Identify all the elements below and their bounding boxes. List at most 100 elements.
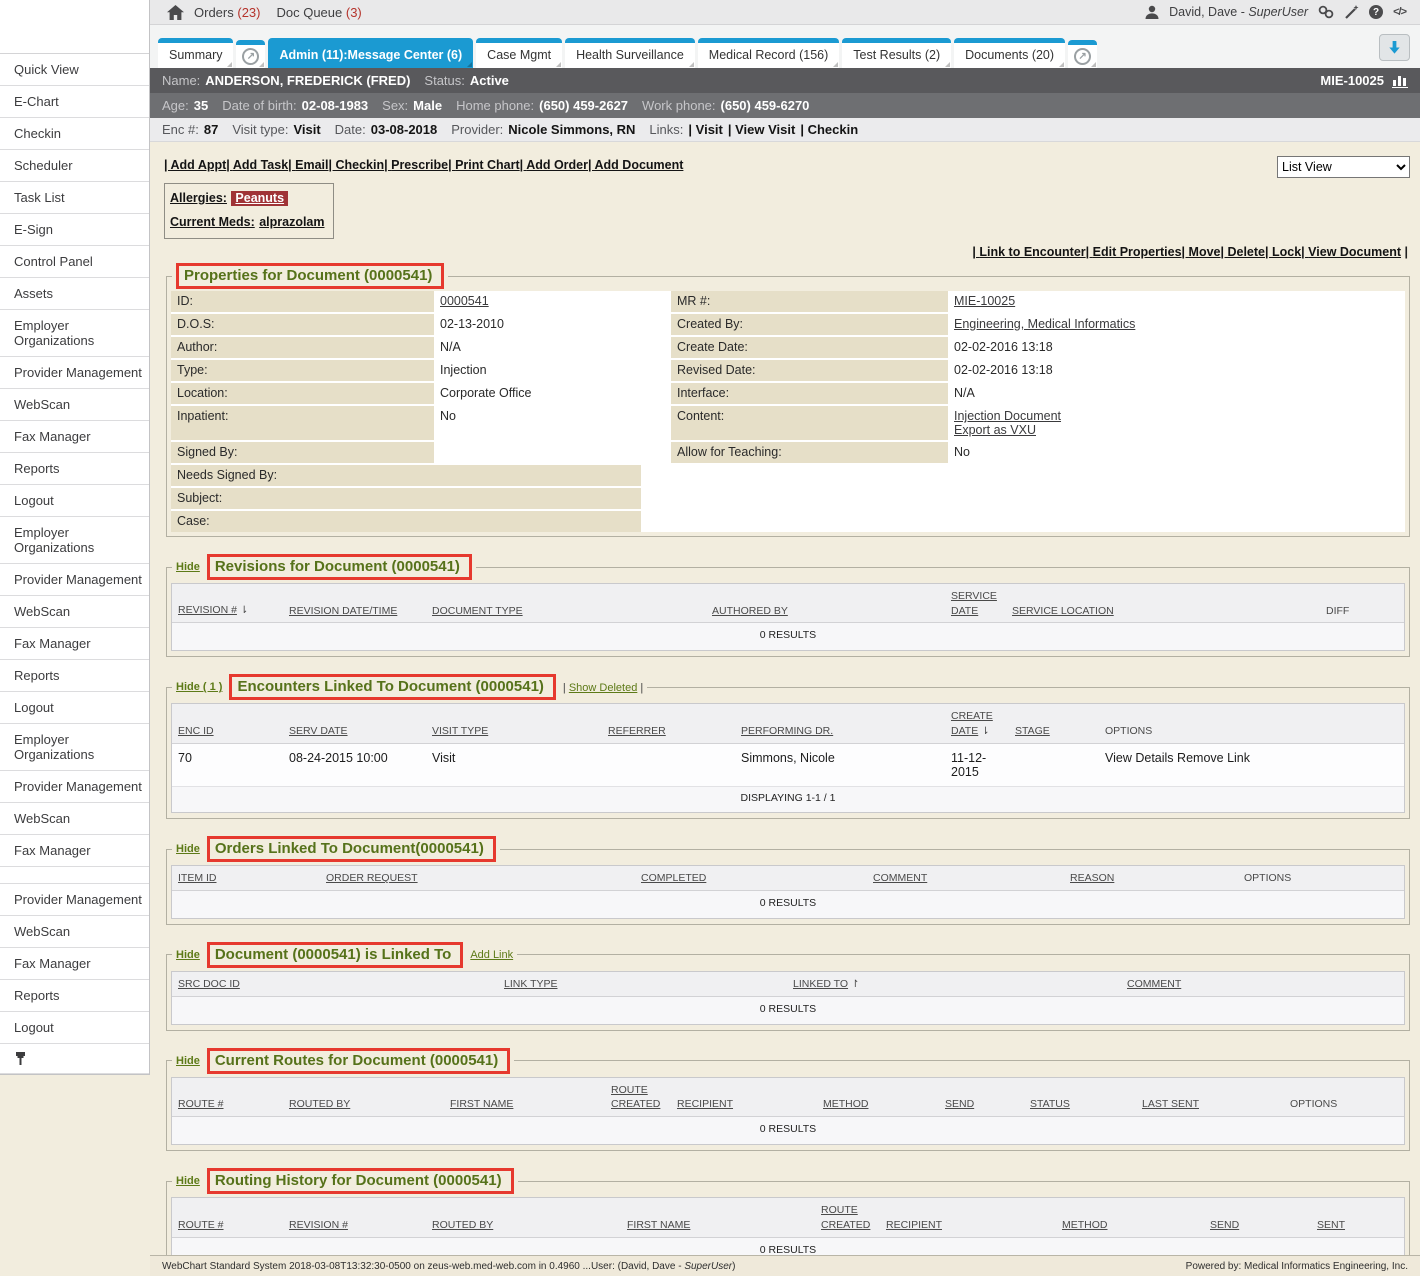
code-icon[interactable]: </> xyxy=(1393,6,1406,18)
view-details-link[interactable]: View Details xyxy=(1105,751,1174,765)
mrn-link[interactable]: MIE-10025 xyxy=(954,294,1015,308)
summary-popout-button[interactable]: ↗ xyxy=(236,40,265,68)
col-route-number[interactable]: ROUTE # xyxy=(178,1097,289,1112)
sidebar-item[interactable]: Logout xyxy=(0,1012,149,1044)
col-recipient[interactable]: RECIPIENT xyxy=(677,1097,823,1112)
col-send[interactable]: SEND xyxy=(1210,1218,1317,1233)
col-method[interactable]: METHOD xyxy=(1062,1218,1210,1233)
col-create-date[interactable]: CREATE DATE⇂ xyxy=(951,709,1015,739)
hide-history-link[interactable]: Hide xyxy=(176,1175,200,1187)
action-link[interactable]: Add Appt xyxy=(164,158,226,172)
col-method[interactable]: METHOD xyxy=(823,1097,945,1112)
sidebar-item[interactable]: E-Chart xyxy=(0,86,149,118)
document-action-link[interactable]: Edit Properties xyxy=(1086,245,1182,259)
document-action-link[interactable]: Move xyxy=(1182,245,1221,259)
tab-test-results[interactable]: Test Results (2) xyxy=(842,38,951,68)
tab-summary[interactable]: Summary xyxy=(158,38,233,68)
show-deleted-link[interactable]: Show Deleted xyxy=(569,682,638,694)
tab-documents[interactable]: Documents (20) xyxy=(954,38,1065,68)
link-checkin[interactable]: Checkin xyxy=(800,122,858,137)
sidebar-pin-button[interactable] xyxy=(0,1044,149,1074)
orders-link[interactable]: Orders (23) xyxy=(194,5,260,20)
doc-queue-link[interactable]: Doc Queue (3) xyxy=(276,5,361,20)
col-service-location[interactable]: SERVICE LOCATION xyxy=(1012,604,1326,619)
link-icon[interactable] xyxy=(1318,5,1334,19)
col-order-request[interactable]: ORDER REQUEST xyxy=(326,871,641,886)
sidebar-item[interactable]: WebScan xyxy=(0,596,149,628)
col-recipient[interactable]: RECIPIENT xyxy=(886,1218,1062,1233)
col-service-date[interactable]: SERVICE DATE xyxy=(951,589,1012,618)
hide-orders-link[interactable]: Hide xyxy=(176,843,200,855)
col-route-number[interactable]: ROUTE # xyxy=(178,1218,289,1233)
action-link[interactable]: Add Document xyxy=(588,158,683,172)
col-src-doc-id[interactable]: SRC DOC ID xyxy=(178,977,504,992)
col-item-id[interactable]: ITEM ID xyxy=(178,871,326,886)
col-stage[interactable]: STAGE xyxy=(1015,724,1105,739)
col-referrer[interactable]: REFERRER xyxy=(608,724,741,739)
sidebar-item[interactable]: Fax Manager xyxy=(0,421,149,453)
remove-link-link[interactable]: Remove Link xyxy=(1177,751,1250,765)
tab-case-mgmt[interactable]: Case Mgmt xyxy=(476,38,562,68)
documents-popout-button[interactable]: ↗ xyxy=(1068,40,1097,68)
document-action-link[interactable]: Link to Encounter xyxy=(972,245,1085,259)
sidebar-item[interactable]: Provider Management xyxy=(0,771,149,803)
sidebar-item[interactable]: Employer Organizations xyxy=(0,724,149,771)
view-select[interactable]: List View xyxy=(1277,156,1410,178)
add-link-link[interactable]: Add Link xyxy=(470,949,513,961)
col-routed-by[interactable]: ROUTED BY xyxy=(432,1218,627,1233)
injection-document-link[interactable]: Injection Document xyxy=(954,409,1061,423)
allergies-label-link[interactable]: Allergies: xyxy=(170,191,227,205)
user-menu[interactable]: David, Dave - SuperUser xyxy=(1169,5,1308,19)
sidebar-item[interactable]: E-Sign xyxy=(0,214,149,246)
action-link[interactable]: Add Task xyxy=(226,158,288,172)
document-action-link[interactable]: View Document xyxy=(1301,245,1401,259)
col-last-sent[interactable]: LAST SENT xyxy=(1142,1097,1290,1112)
col-first-name[interactable]: FIRST NAME xyxy=(450,1097,611,1112)
col-send[interactable]: SEND xyxy=(945,1097,1030,1112)
sidebar-item[interactable]: WebScan xyxy=(0,803,149,835)
col-route-created[interactable]: ROUTE CREATED xyxy=(821,1203,886,1232)
sidebar-item[interactable]: Provider Management xyxy=(0,564,149,596)
sidebar-item[interactable]: Provider Management xyxy=(0,357,149,389)
document-action-link[interactable]: Delete xyxy=(1220,245,1265,259)
sidebar-item[interactable]: Control Panel xyxy=(0,246,149,278)
hide-revisions-link[interactable]: Hide xyxy=(176,561,200,573)
col-document-type[interactable]: DOCUMENT TYPE xyxy=(432,604,712,619)
col-status[interactable]: STATUS xyxy=(1030,1097,1142,1112)
sidebar-item[interactable]: Logout xyxy=(0,692,149,724)
col-serv-date[interactable]: SERV DATE xyxy=(289,724,432,739)
col-comment[interactable]: COMMENT xyxy=(1127,977,1404,992)
sidebar-item[interactable]: Employer Organizations xyxy=(0,517,149,564)
sidebar-item[interactable]: Scheduler xyxy=(0,150,149,182)
hide-routes-link[interactable]: Hide xyxy=(176,1055,200,1067)
col-linked-to[interactable]: LINKED TO↾ xyxy=(793,977,1127,992)
col-revision-number[interactable]: REVISION # xyxy=(289,1218,432,1233)
col-reason[interactable]: REASON xyxy=(1070,871,1244,886)
help-icon[interactable]: ? xyxy=(1369,5,1383,19)
sidebar-item[interactable]: Provider Management xyxy=(0,884,149,916)
sidebar-item[interactable]: Fax Manager xyxy=(0,948,149,980)
sidebar-item[interactable]: Logout xyxy=(0,485,149,517)
tab-medical-record[interactable]: Medical Record (156) xyxy=(698,38,840,68)
col-route-created[interactable]: ROUTE CREATED xyxy=(611,1083,677,1112)
link-view-visit[interactable]: View Visit xyxy=(728,122,795,137)
chart-icon[interactable] xyxy=(1392,74,1408,88)
sidebar-item[interactable]: Task List xyxy=(0,182,149,214)
sidebar-item[interactable]: WebScan xyxy=(0,916,149,948)
doc-id-link[interactable]: 0000541 xyxy=(440,294,489,308)
col-comment[interactable]: COMMENT xyxy=(873,871,1070,886)
hide-linked-to-link[interactable]: Hide xyxy=(176,949,200,961)
collapse-header-button[interactable] xyxy=(1379,34,1410,61)
sidebar-item[interactable]: Quick View xyxy=(0,54,149,86)
tab-health-surveillance[interactable]: Health Surveillance xyxy=(565,38,695,68)
col-first-name[interactable]: FIRST NAME xyxy=(627,1218,821,1233)
current-meds-label-link[interactable]: Current Meds: xyxy=(170,215,255,229)
col-revision-datetime[interactable]: REVISION DATE/TIME xyxy=(289,604,432,619)
created-by-link[interactable]: Engineering, Medical Informatics xyxy=(954,317,1135,331)
sidebar-item[interactable]: Fax Manager xyxy=(0,835,149,867)
action-link[interactable]: Print Chart xyxy=(448,158,520,172)
col-completed[interactable]: COMPLETED xyxy=(641,871,873,886)
action-link[interactable]: Email xyxy=(288,158,328,172)
action-link[interactable]: Checkin xyxy=(329,158,385,172)
export-vxu-link[interactable]: Export as VXU xyxy=(954,423,1036,437)
